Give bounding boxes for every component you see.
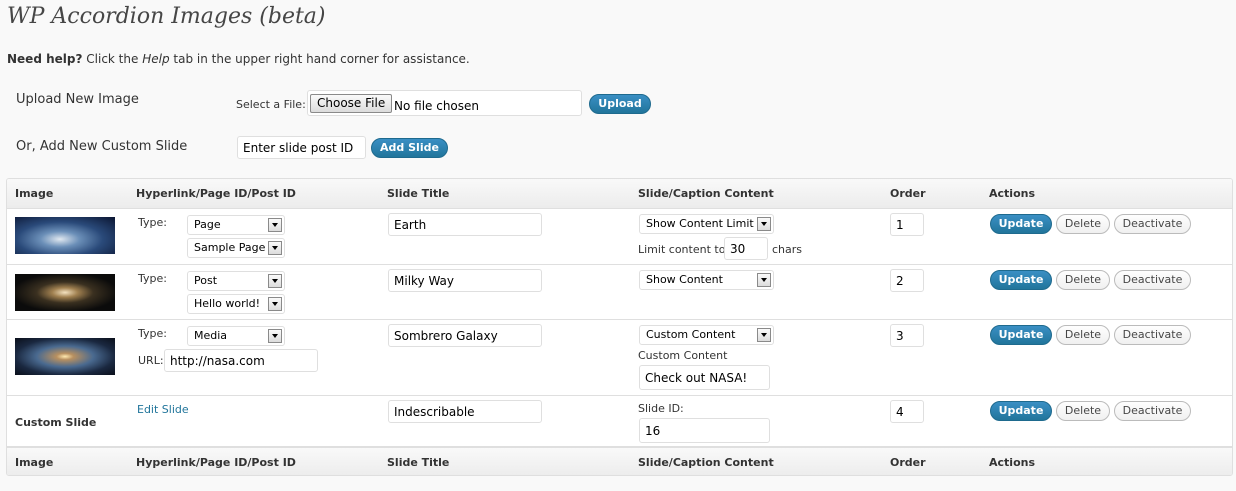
choose-file-button[interactable]: Choose File bbox=[310, 94, 393, 113]
deactivate-button[interactable]: Deactivate bbox=[1114, 401, 1191, 421]
type-select[interactable]: Post bbox=[187, 271, 285, 291]
content-mode-select[interactable]: Custom Content bbox=[639, 325, 774, 345]
slides-table: Image Hyperlink/Page ID/Post ID Slide Ti… bbox=[6, 178, 1233, 476]
type-label: Type: bbox=[138, 272, 167, 285]
custom-content-input[interactable]: Check out NASA! bbox=[639, 365, 770, 390]
delete-button[interactable]: Delete bbox=[1056, 214, 1110, 234]
chevron-down-icon bbox=[268, 297, 282, 311]
deactivate-button[interactable]: Deactivate bbox=[1114, 325, 1191, 345]
chevron-down-icon bbox=[757, 328, 771, 342]
update-button[interactable]: Update bbox=[990, 401, 1052, 421]
table-footer: Image Hyperlink/Page ID/Post ID Slide Ti… bbox=[7, 447, 1232, 475]
select-file-label: Select a File: bbox=[236, 98, 306, 111]
custom-content-label: Custom Content bbox=[638, 349, 728, 362]
update-button[interactable]: Update bbox=[990, 325, 1052, 345]
column-header-order: Order bbox=[890, 187, 926, 200]
delete-button[interactable]: Delete bbox=[1056, 270, 1110, 290]
url-label: URL: bbox=[138, 354, 164, 367]
chevron-down-icon bbox=[268, 329, 282, 343]
column-footer-order: Order bbox=[890, 456, 926, 469]
slide-title-input[interactable]: Milky Way bbox=[388, 269, 542, 292]
update-button[interactable]: Update bbox=[990, 214, 1052, 234]
type-select-value: Media bbox=[194, 329, 228, 342]
order-input[interactable]: 4 bbox=[890, 400, 924, 423]
column-footer-hyperlink: Hyperlink/Page ID/Post ID bbox=[136, 456, 296, 469]
limit-content-label: Limit content to bbox=[638, 243, 726, 256]
type-label: Type: bbox=[138, 327, 167, 340]
slide-id-label: Slide ID: bbox=[638, 402, 684, 415]
earth-thumbnail bbox=[15, 217, 115, 254]
page-select[interactable]: Sample Page bbox=[187, 238, 285, 258]
column-header-actions: Actions bbox=[989, 187, 1035, 200]
delete-button[interactable]: Delete bbox=[1056, 325, 1110, 345]
column-header-hyperlink: Hyperlink/Page ID/Post ID bbox=[136, 187, 296, 200]
column-footer-slide-title: Slide Title bbox=[387, 456, 450, 469]
help-tab-word: Help bbox=[142, 52, 170, 66]
slide-title-input[interactable]: Earth bbox=[388, 213, 542, 236]
no-file-chosen-text: No file chosen bbox=[394, 99, 480, 113]
column-header-image: Image bbox=[15, 187, 54, 200]
upload-new-image-label: Upload New Image bbox=[16, 92, 139, 107]
type-select-value: Post bbox=[194, 274, 218, 287]
content-mode-value: Show Content Limit bbox=[646, 217, 754, 230]
page-select-value: Sample Page bbox=[194, 241, 266, 254]
delete-button[interactable]: Delete bbox=[1056, 401, 1110, 421]
post-select[interactable]: Hello world! bbox=[187, 294, 285, 314]
upload-button[interactable]: Upload bbox=[589, 94, 651, 114]
help-text: Need help? Click the Help tab in the upp… bbox=[7, 52, 470, 66]
edit-slide-link[interactable]: Edit Slide bbox=[137, 403, 189, 416]
column-footer-actions: Actions bbox=[989, 456, 1035, 469]
column-header-content: Slide/Caption Content bbox=[638, 187, 774, 200]
table-row: Custom Slide Edit Slide Indescribable Sl… bbox=[7, 396, 1232, 447]
slide-title-input[interactable]: Sombrero Galaxy bbox=[388, 324, 542, 347]
content-mode-value: Custom Content bbox=[646, 328, 736, 341]
type-label: Type: bbox=[138, 216, 167, 229]
content-mode-select[interactable]: Show Content bbox=[639, 270, 774, 290]
column-header-slide-title: Slide Title bbox=[387, 187, 450, 200]
type-select-value: Page bbox=[194, 218, 221, 231]
chevron-down-icon bbox=[268, 274, 282, 288]
deactivate-button[interactable]: Deactivate bbox=[1114, 214, 1191, 234]
chars-label: chars bbox=[772, 243, 803, 256]
type-select[interactable]: Media bbox=[187, 326, 285, 346]
table-row: Type: Page Sample Page Earth Show Conten… bbox=[7, 209, 1232, 265]
order-input[interactable]: 3 bbox=[890, 324, 924, 347]
help-bold: Need help? bbox=[7, 52, 83, 66]
update-button[interactable]: Update bbox=[990, 270, 1052, 290]
order-input[interactable]: 2 bbox=[890, 269, 924, 292]
file-input[interactable]: Choose File No file chosen bbox=[307, 90, 582, 116]
type-select[interactable]: Page bbox=[187, 215, 285, 235]
help-post: tab in the upper right hand corner for a… bbox=[173, 52, 470, 66]
help-pre: Click the bbox=[86, 52, 139, 66]
chevron-down-icon bbox=[268, 218, 282, 232]
add-custom-slide-label: Or, Add New Custom Slide bbox=[16, 139, 188, 154]
sombrero-galaxy-thumbnail bbox=[15, 338, 115, 375]
add-slide-button[interactable]: Add Slide bbox=[371, 138, 448, 158]
slide-post-id-input[interactable]: Enter slide post ID bbox=[237, 136, 366, 159]
content-mode-select[interactable]: Show Content Limit bbox=[639, 214, 774, 234]
custom-slide-label: Custom Slide bbox=[15, 416, 97, 429]
column-footer-content: Slide/Caption Content bbox=[638, 456, 774, 469]
page-title: WP Accordion Images (beta) bbox=[7, 4, 326, 29]
slide-id-input[interactable]: 16 bbox=[639, 418, 770, 443]
order-input[interactable]: 1 bbox=[890, 213, 924, 236]
table-row: Type: Post Hello world! Milky Way Show C… bbox=[7, 265, 1232, 320]
chevron-down-icon bbox=[268, 241, 282, 255]
chevron-down-icon bbox=[757, 273, 771, 287]
slide-title-input[interactable]: Indescribable bbox=[388, 400, 542, 423]
post-select-value: Hello world! bbox=[194, 297, 261, 310]
limit-content-input[interactable]: 30 bbox=[724, 237, 768, 260]
table-row: Type: Media URL: http://nasa.com Sombrer… bbox=[7, 320, 1232, 396]
content-mode-value: Show Content bbox=[646, 273, 723, 286]
chevron-down-icon bbox=[757, 217, 771, 231]
column-footer-image: Image bbox=[15, 456, 54, 469]
milky-way-thumbnail bbox=[15, 274, 115, 311]
deactivate-button[interactable]: Deactivate bbox=[1114, 270, 1191, 290]
table-header: Image Hyperlink/Page ID/Post ID Slide Ti… bbox=[7, 179, 1232, 209]
url-input[interactable]: http://nasa.com bbox=[164, 349, 318, 372]
